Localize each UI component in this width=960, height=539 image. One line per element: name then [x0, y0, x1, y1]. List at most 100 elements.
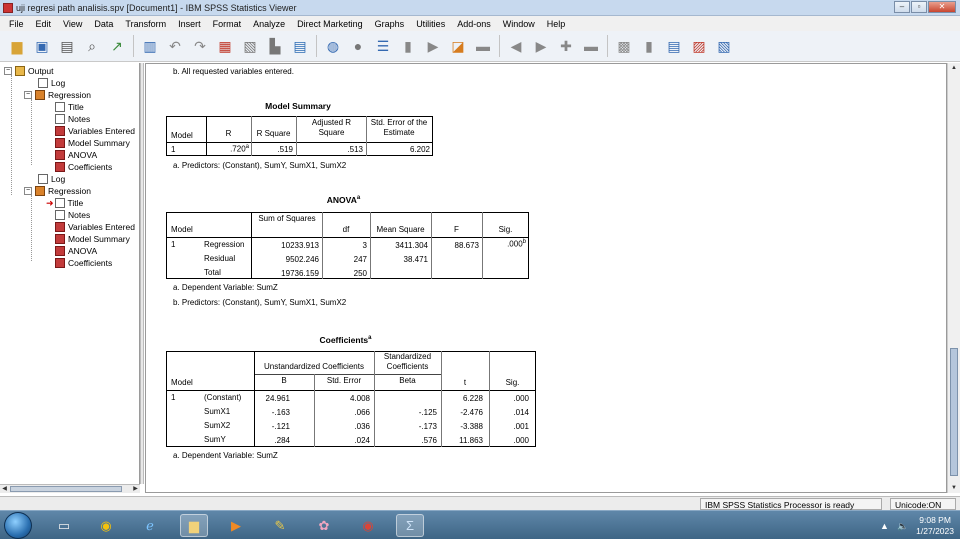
tree-item-log[interactable]: Log	[38, 77, 65, 89]
paint-icon[interactable]: ✎	[266, 514, 294, 537]
save-icon[interactable]: ▣	[31, 35, 53, 57]
menu-add-ons[interactable]: Add-ons	[451, 19, 497, 29]
insert-output-icon[interactable]: ☰	[372, 35, 394, 57]
tree-item-log[interactable]: Log	[38, 173, 65, 185]
scroll-up-icon[interactable]: ▲	[948, 63, 960, 73]
demote-icon[interactable]: ▶	[422, 35, 444, 57]
row-label-constant: (Constant)	[204, 393, 242, 402]
variables-icon[interactable]: ▙	[264, 35, 286, 57]
cell-beta: .576	[421, 436, 437, 445]
hide-icon[interactable]: ●	[347, 35, 369, 57]
expand-icon[interactable]: ◪	[447, 35, 469, 57]
cell-std-error: .024	[354, 436, 370, 445]
anova-title-text: ANOVA	[326, 195, 357, 205]
chrome-alt-icon[interactable]: ◉	[354, 514, 382, 537]
menu-transform[interactable]: Transform	[119, 19, 172, 29]
menu-insert[interactable]: Insert	[172, 19, 207, 29]
back-icon[interactable]: ◀	[505, 35, 527, 57]
menu-edit[interactable]: Edit	[30, 19, 58, 29]
media-player-icon[interactable]: ▶	[222, 514, 250, 537]
pivot-icon[interactable]: ▤	[289, 35, 311, 57]
game-icon[interactable]: ✿	[310, 514, 338, 537]
menu-graphs[interactable]: Graphs	[369, 19, 411, 29]
table-icon	[55, 162, 65, 172]
export-icon[interactable]: ↗	[106, 35, 128, 57]
tree-item-output[interactable]: − Output	[4, 65, 54, 77]
clock[interactable]: 9:08 PM 1/27/2023	[916, 515, 954, 537]
tree-item-title[interactable]: Title	[55, 101, 84, 113]
tree-item-regression[interactable]: − Regression	[24, 185, 91, 197]
minus-icon[interactable]: ▬	[580, 35, 602, 57]
tree-item-notes[interactable]: Notes	[55, 113, 90, 125]
print-icon[interactable]: ▤	[56, 35, 78, 57]
tree-item-anova[interactable]: ANOVA	[55, 245, 97, 257]
tree-item-coefficients[interactable]: Coefficients	[55, 257, 112, 269]
designate-window-icon[interactable]: ▩	[613, 35, 635, 57]
outline-horizontal-scrollbar[interactable]: ◀ ▶	[0, 484, 140, 493]
insert-text-icon[interactable]: ▨	[688, 35, 710, 57]
scroll-right-icon[interactable]: ▶	[131, 485, 140, 493]
promote-icon[interactable]: ▮	[397, 35, 419, 57]
menu-utilities[interactable]: Utilities	[410, 19, 451, 29]
tree-item-model-summary[interactable]: Model Summary	[55, 137, 130, 149]
menu-help[interactable]: Help	[541, 19, 572, 29]
collapse-toggle[interactable]: −	[24, 91, 32, 99]
collapse-icon[interactable]: ▬	[472, 35, 494, 57]
recall-dialog-icon[interactable]: ▥	[139, 35, 161, 57]
redo-icon[interactable]: ↷	[189, 35, 211, 57]
print-preview-icon[interactable]: ⌕	[81, 35, 103, 57]
tree-item-title[interactable]: ➜ Title	[46, 197, 83, 209]
insert-heading-icon[interactable]: ▮	[638, 35, 660, 57]
ie-icon[interactable]: ℯ	[136, 514, 164, 537]
tree-item-coefficients[interactable]: Coefficients	[55, 161, 112, 173]
tree-label: Notes	[68, 210, 91, 220]
collapse-toggle[interactable]: −	[24, 187, 32, 195]
log-icon	[38, 174, 48, 184]
menu-direct-marketing[interactable]: Direct Marketing	[291, 19, 369, 29]
menu-file[interactable]: File	[3, 19, 30, 29]
scrollbar-thumb[interactable]	[950, 348, 958, 476]
menu-format[interactable]: Format	[207, 19, 248, 29]
start-button[interactable]	[4, 512, 32, 539]
menu-window[interactable]: Window	[497, 19, 541, 29]
tree-label: Model Summary	[68, 234, 130, 244]
tray-expand-icon[interactable]: ▲	[880, 521, 889, 531]
open-icon[interactable]: ▆	[6, 35, 28, 57]
minimize-button[interactable]: –	[894, 1, 910, 13]
pane-splitter[interactable]	[140, 63, 144, 484]
insert-chart-icon[interactable]: ▧	[713, 35, 735, 57]
tree-item-variables-entered[interactable]: Variables Entered	[55, 125, 135, 137]
menu-data[interactable]: Data	[88, 19, 119, 29]
plus-icon[interactable]: ✚	[555, 35, 577, 57]
folder-icon[interactable]: ▆	[180, 514, 208, 537]
scroll-left-icon[interactable]: ◀	[0, 485, 9, 493]
chrome-icon[interactable]: ◉	[92, 514, 120, 537]
undo-icon[interactable]: ↶	[164, 35, 186, 57]
menu-analyze[interactable]: Analyze	[247, 19, 291, 29]
volume-icon[interactable]: 🔈	[897, 521, 908, 532]
model-summary-title: Model Summary	[265, 101, 331, 111]
cell-ss: 19736.159	[281, 269, 319, 278]
tree-item-notes[interactable]: Notes	[55, 209, 90, 221]
menu-view[interactable]: View	[57, 19, 88, 29]
maximize-button[interactable]: ▫	[911, 1, 927, 13]
explorer-icon[interactable]: ▭	[50, 514, 78, 537]
content-vertical-scrollbar[interactable]: ▲ ▼	[947, 63, 960, 493]
scroll-down-icon[interactable]: ▼	[948, 483, 960, 493]
collapse-toggle[interactable]: −	[4, 67, 12, 75]
tree-item-model-summary[interactable]: Model Summary	[55, 233, 130, 245]
show-icon[interactable]: ◍	[322, 35, 344, 57]
goto-case-icon[interactable]: ▧	[239, 35, 261, 57]
scrollbar-thumb[interactable]	[10, 486, 122, 492]
forward-icon[interactable]: ▶	[530, 35, 552, 57]
table-icon	[55, 234, 65, 244]
close-button[interactable]: ✕	[928, 1, 956, 13]
tree-item-regression[interactable]: − Regression	[24, 89, 91, 101]
notes-icon	[55, 114, 65, 124]
tree-item-anova[interactable]: ANOVA	[55, 149, 97, 161]
goto-data-icon[interactable]: ▦	[214, 35, 236, 57]
tree-item-variables-entered[interactable]: Variables Entered	[55, 221, 135, 233]
insert-title-icon[interactable]: ▤	[663, 35, 685, 57]
spss-icon[interactable]: Σ	[396, 514, 424, 537]
cell-df: 250	[353, 269, 367, 278]
